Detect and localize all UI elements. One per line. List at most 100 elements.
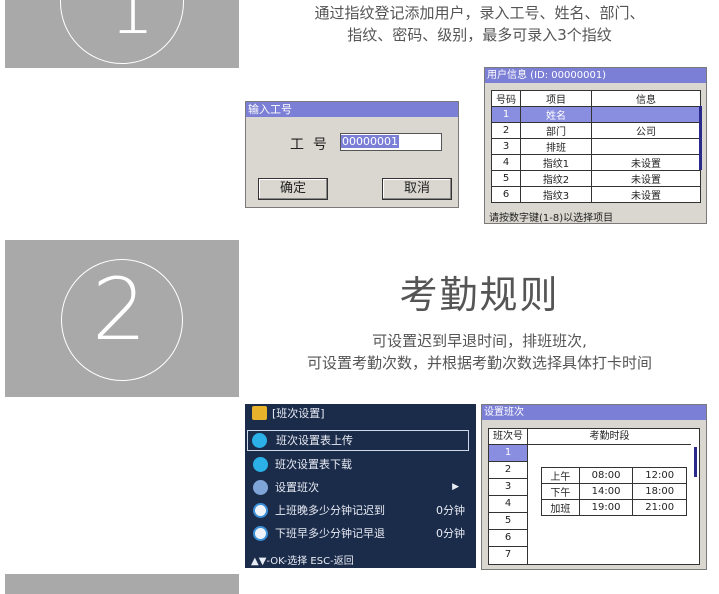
table-cell: 下午 [541, 483, 580, 500]
user-info-title: 用户信息 (ID: 00000001) [485, 68, 706, 83]
column-header: 考勤时段 [528, 429, 691, 445]
step2-numeral: 2 [92, 260, 147, 360]
table-cell: 12:00 [632, 467, 687, 484]
column-header: 班次号 [489, 429, 528, 445]
table-cell: 排班 [520, 138, 592, 155]
step1-desc-line2: 指纹、密码、级别，最多可录入3个指纹 [347, 26, 612, 44]
column-header: 项目 [520, 90, 592, 107]
column-header: 信息 [591, 90, 701, 107]
step1-panel: 1 [5, 0, 239, 68]
table-cell: 19:00 [578, 499, 634, 516]
clock-icon [253, 526, 268, 541]
download-icon [253, 457, 268, 472]
table-cell: 部门 [520, 122, 592, 139]
upload-icon [252, 433, 267, 448]
employee-id-label: 工 号 [290, 137, 327, 153]
menu-item-upload[interactable]: 班次设置表上传 [247, 430, 469, 451]
attendance-period-table: 上午 08:00 12:00 下午 14:00 18:00 加班 19:00 2… [541, 467, 687, 516]
step2-desc-line1: 可设置迟到早退时间，排班班次, [372, 332, 587, 350]
input-id-dialog-title: 输入工号 [246, 102, 458, 117]
menu-item-label: 设置班次 [275, 481, 319, 494]
table-row[interactable]: 2 部门 公司 [491, 122, 701, 139]
input-id-dialog: 输入工号 工 号 00000001 确定 取消 [245, 101, 459, 208]
table-cell [591, 138, 701, 155]
table-cell: 6 [491, 186, 521, 203]
table-cell: 21:00 [632, 499, 687, 516]
table-row[interactable]: 6 [489, 530, 527, 547]
table-cell: 1 [491, 106, 521, 123]
folder-icon [252, 406, 267, 420]
user-info-window: 用户信息 (ID: 00000001) 号码 项目 信息 1 姓名 2 部门 公… [484, 67, 707, 224]
table-cell: 指纹1 [520, 154, 592, 171]
table-cell: 指纹2 [520, 170, 592, 187]
scrollbar[interactable] [694, 447, 697, 477]
menu-item-label: 上班晚多少分钟记迟到 [275, 504, 385, 517]
step2-title: 考勤规则 [399, 273, 560, 317]
menu-title: [班次设置] [272, 407, 325, 420]
user-info-table: 号码 项目 信息 1 姓名 2 部门 公司 3 排班 4 指纹1 未设置 5 指… [491, 90, 701, 203]
step1-desc-line1: 通过指纹登记添加用户，录入工号、姓名、部门、 [314, 4, 645, 22]
table-row[interactable]: 上午 08:00 12:00 [541, 467, 687, 484]
table-row[interactable]: 4 指纹1 未设置 [491, 154, 701, 171]
shift-table-title: 设置班次 [482, 405, 706, 420]
table-cell: 未设置 [591, 170, 701, 187]
scrollbar[interactable] [699, 106, 702, 170]
table-cell: 加班 [541, 499, 580, 516]
menu-item-value: 0分钟 [436, 504, 465, 517]
table-cell: 上午 [541, 467, 580, 484]
step2-panel: 2 [5, 240, 239, 397]
ok-button[interactable]: 确定 [258, 178, 328, 200]
menu-title-bar: [班次设置] [245, 404, 476, 423]
step1-numeral: 1 [109, 0, 155, 50]
table-row[interactable]: 1 [489, 445, 527, 462]
table-cell: 18:00 [632, 483, 687, 500]
table-row[interactable]: 加班 19:00 21:00 [541, 499, 687, 516]
shift-settings-menu: [班次设置] 班次设置表上传 班次设置表下载 设置班次 ▶ 上班晚多少分钟记迟到… [245, 404, 476, 568]
menu-item-label: 下班早多少分钟记早退 [275, 527, 385, 540]
table-row[interactable]: 6 指纹3 未设置 [491, 186, 701, 203]
table-cell: 姓名 [520, 106, 592, 123]
menu-item-download[interactable]: 班次设置表下载 [247, 454, 473, 475]
menu-item-early-minutes[interactable]: 下班早多少分钟记早退 0分钟 [247, 523, 473, 544]
employee-id-value: 00000001 [341, 135, 399, 148]
step2-desc-line2: 可设置考勤次数，并根据考勤次数选择具体打卡时间 [306, 354, 652, 372]
table-cell: 4 [491, 154, 521, 171]
table-cell: 5 [491, 170, 521, 187]
table-row[interactable]: 下午 14:00 18:00 [541, 483, 687, 500]
table-row[interactable]: 4 [489, 496, 527, 513]
table-row[interactable]: 2 [489, 462, 527, 479]
user-info-footer: 请按数字键(1-8)以选择项目 [489, 213, 614, 224]
menu-item-late-minutes[interactable]: 上班晚多少分钟记迟到 0分钟 [247, 500, 473, 521]
settings-icon [253, 480, 268, 495]
table-row[interactable]: 5 [489, 513, 527, 530]
shift-number-column: 1 2 3 4 5 6 7 [489, 445, 528, 565]
table-cell: 08:00 [578, 467, 634, 484]
menu-item-set-shift[interactable]: 设置班次 ▶ [247, 477, 473, 498]
table-header-row: 号码 项目 信息 [491, 90, 701, 107]
table-row[interactable]: 7 [489, 547, 527, 563]
menu-footer: ▲▼-OK-选择 ESC-返回 [251, 556, 354, 567]
submenu-arrow-icon: ▶ [452, 482, 459, 492]
menu-item-label: 班次设置表上传 [276, 434, 353, 447]
shift-table: 班次号 考勤时段 1 2 3 4 5 6 7 上午 08:00 12:00 下午… [488, 428, 700, 565]
table-row[interactable]: 3 排班 [491, 138, 701, 155]
table-cell: 公司 [591, 122, 701, 139]
column-header: 号码 [491, 90, 521, 107]
table-cell: 未设置 [591, 154, 701, 171]
employee-id-input[interactable]: 00000001 [340, 133, 442, 151]
table-cell: 14:00 [578, 483, 634, 500]
cancel-button[interactable]: 取消 [382, 178, 452, 200]
table-cell: 2 [491, 122, 521, 139]
table-row[interactable]: 3 [489, 479, 527, 496]
shift-table-window: 设置班次 班次号 考勤时段 1 2 3 4 5 6 7 上午 08:00 12:… [481, 404, 707, 570]
table-cell: 3 [491, 138, 521, 155]
table-row[interactable]: 1 姓名 [491, 106, 701, 123]
menu-item-label: 班次设置表下载 [275, 458, 352, 471]
table-cell: 未设置 [591, 186, 701, 203]
table-cell: 指纹3 [520, 186, 592, 203]
table-row[interactable]: 5 指纹2 未设置 [491, 170, 701, 187]
menu-item-value: 0分钟 [436, 527, 465, 540]
step3-panel [5, 574, 239, 594]
table-cell [591, 106, 701, 123]
clock-icon [253, 503, 268, 518]
